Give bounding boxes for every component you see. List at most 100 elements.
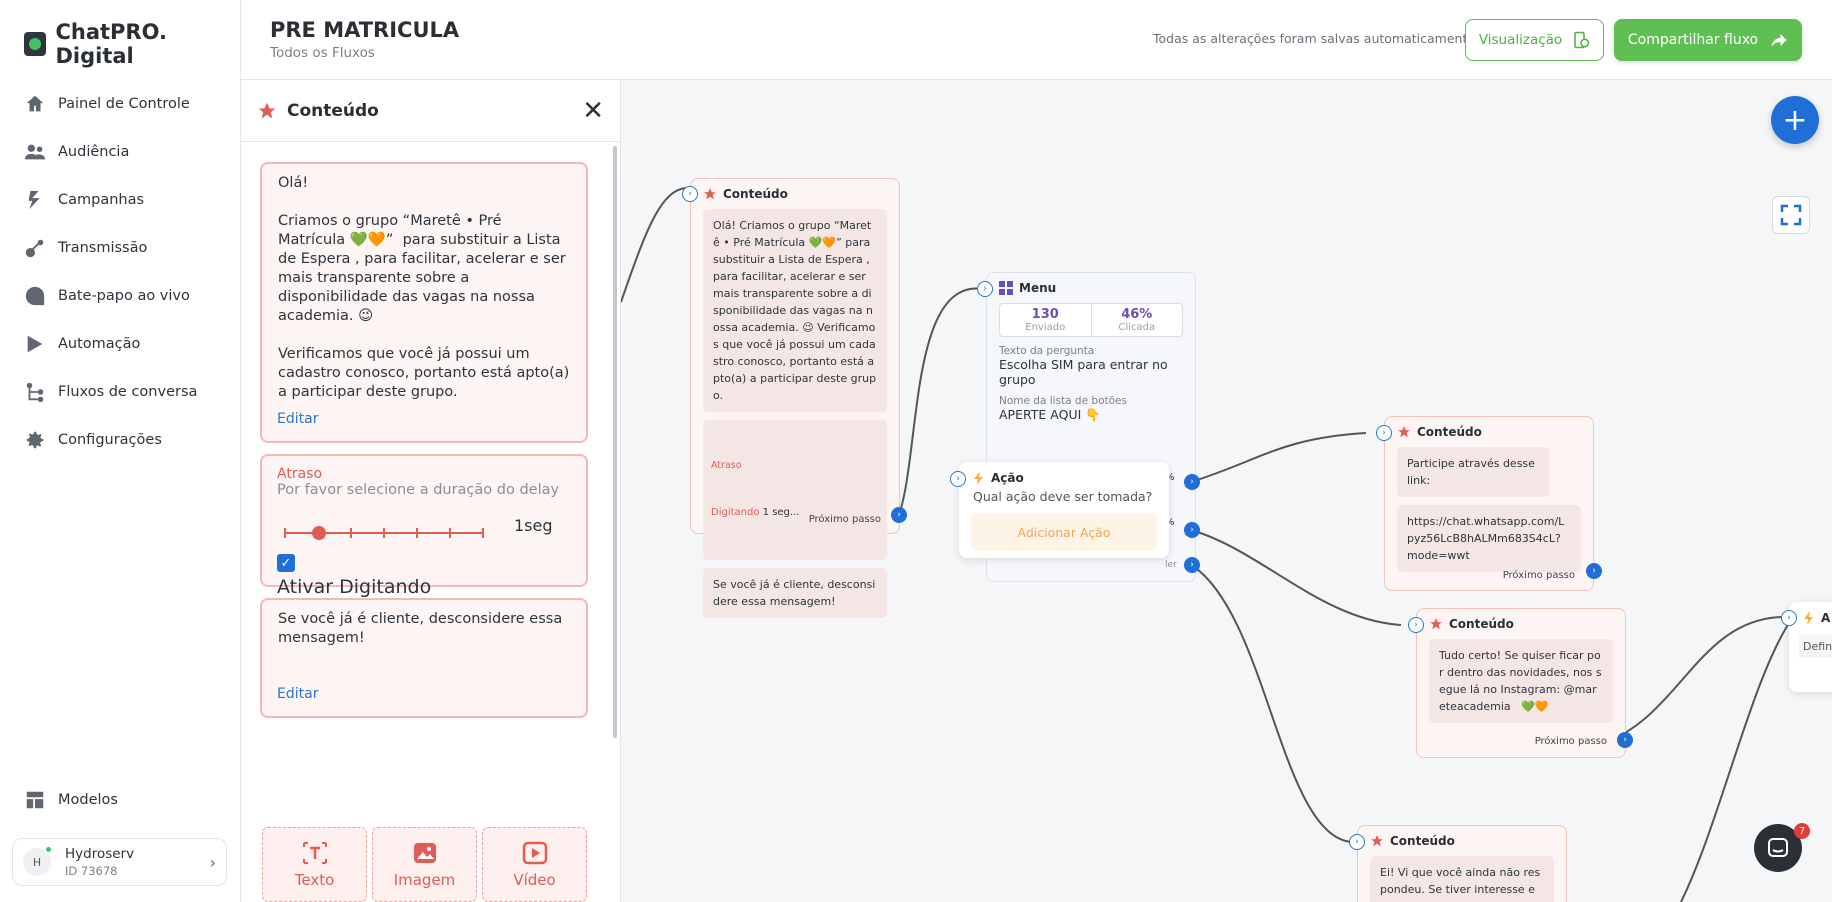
templates-icon bbox=[26, 791, 44, 809]
gear-icon bbox=[26, 431, 44, 449]
chevron-right-icon: › bbox=[209, 852, 216, 872]
add-node-button[interactable]: + bbox=[1771, 96, 1819, 144]
delay-label: Atraso bbox=[277, 466, 323, 482]
user-id: ID 73678 bbox=[65, 864, 118, 878]
click-rate: 46% bbox=[1121, 307, 1153, 322]
delay-value: 1seg bbox=[514, 516, 553, 535]
lightning-icon bbox=[1804, 611, 1813, 625]
home-icon bbox=[26, 95, 44, 112]
node-message: Defin bbox=[1799, 635, 1832, 658]
save-status: Todas as alterações foram salvas automat… bbox=[1153, 31, 1476, 46]
button-list-value: APERTE AQUI 👇 bbox=[999, 407, 1101, 422]
delay-card: Atraso Por favor selecione a duração do … bbox=[260, 454, 588, 598]
content-node[interactable]: Conteúdo Olá! Criamos o grupo “Maretê • … bbox=[690, 178, 900, 618]
nav-item-campaigns[interactable]: Campanhas bbox=[24, 176, 234, 224]
nav-item-live-chat[interactable]: Bate-papo ao vivo bbox=[24, 272, 234, 320]
nav-item-audience[interactable]: Audiência bbox=[24, 128, 234, 176]
sent-count: 130 bbox=[1031, 307, 1059, 322]
input-port-icon[interactable]: › bbox=[682, 186, 698, 202]
preview-button[interactable]: Visualização bbox=[1465, 19, 1604, 61]
action-node[interactable]: Ação Qual ação deve ser tomada? Adiciona… bbox=[959, 462, 1169, 558]
star-icon bbox=[1398, 426, 1410, 438]
add-image-button[interactable]: Imagem bbox=[372, 827, 477, 902]
input-port-icon[interactable]: › bbox=[1781, 610, 1797, 626]
nav-item-broadcast[interactable]: Transmissão bbox=[24, 224, 234, 272]
output-port-icon[interactable]: › bbox=[891, 507, 907, 523]
message-text: Se você já é cliente, desconsidere essa … bbox=[278, 611, 567, 646]
output-port-icon[interactable]: › bbox=[1184, 474, 1200, 490]
nav-item-settings[interactable]: Configurações bbox=[24, 416, 234, 464]
add-video-button[interactable]: Vídeo bbox=[482, 827, 587, 902]
nav-item-automation[interactable]: Automação bbox=[24, 320, 234, 368]
expand-icon bbox=[1780, 204, 1802, 226]
breadcrumb[interactable]: Todos os Fluxos bbox=[270, 45, 375, 61]
lightning-icon bbox=[974, 471, 983, 485]
nav-item-label: Modelos bbox=[58, 792, 118, 808]
page-title: PRE MATRICULA bbox=[270, 18, 460, 42]
brand-name: ChatPRO. Digital bbox=[55, 20, 167, 68]
user-card[interactable]: H Hydroserv ID 73678 › bbox=[12, 838, 227, 886]
nav-item-flows[interactable]: Fluxos de conversa bbox=[24, 368, 234, 416]
fit-view-button[interactable] bbox=[1772, 196, 1810, 234]
nav-item-dashboard[interactable]: Painel de Controle bbox=[24, 80, 234, 128]
node-link: https://chat.whatsapp.com/Lpyz56LcB8hALM… bbox=[1397, 505, 1581, 572]
question-text: Escolha SIM para entrar no grupo bbox=[999, 357, 1168, 387]
grid-icon bbox=[999, 281, 1013, 295]
flow-icon bbox=[26, 382, 44, 403]
nav-item-label: Automação bbox=[58, 336, 141, 352]
panel-title: Conteúdo bbox=[287, 100, 379, 121]
next-step-label: Próximo passo bbox=[1502, 570, 1575, 581]
notification-badge: 7 bbox=[1794, 823, 1810, 839]
plus-icon: + bbox=[1782, 102, 1808, 138]
node-title: A bbox=[1821, 611, 1831, 625]
nav-item-label: Configurações bbox=[58, 432, 162, 448]
content-node[interactable]: Conteúdo Ei! Vi que você ainda não respo… bbox=[1357, 825, 1567, 902]
message-text: Olá! Criamos o grupo “Maretê • Pré Matrí… bbox=[278, 175, 570, 400]
input-port-icon[interactable]: › bbox=[950, 471, 966, 487]
message-card[interactable]: Se você já é cliente, desconsidere essa … bbox=[260, 598, 588, 718]
message-card[interactable]: Olá! Criamos o grupo “Maretê • Pré Matrí… bbox=[260, 162, 588, 443]
content-panel: Conteúdo ✕ Olá! Criamos o grupo “Maretê … bbox=[241, 80, 621, 902]
output-port-icon[interactable]: › bbox=[1184, 557, 1200, 573]
video-icon bbox=[522, 841, 547, 864]
next-step-label: Próximo passo bbox=[1534, 736, 1607, 747]
input-port-icon[interactable]: › bbox=[977, 281, 993, 297]
nav-item-label: Campanhas bbox=[58, 192, 145, 208]
node-title: Conteúdo bbox=[723, 187, 788, 201]
input-port-icon[interactable]: › bbox=[1408, 617, 1424, 633]
add-text-button[interactable]: Texto bbox=[262, 827, 367, 902]
node-message: Olá! Criamos o grupo “Maretê • Pré Matrí… bbox=[703, 209, 887, 412]
next-step-label: Próximo passo bbox=[808, 514, 881, 525]
delay-help: Por favor selecione a duração do delay bbox=[277, 482, 560, 498]
node-title: Ação bbox=[991, 471, 1024, 485]
add-action-button[interactable]: Adicionar Ação bbox=[971, 513, 1157, 551]
output-port-icon[interactable]: › bbox=[1617, 732, 1633, 748]
main-nav: Painel de Controle Audiência Campanhas T… bbox=[24, 80, 234, 464]
online-status-dot bbox=[44, 845, 53, 854]
brand-logo-icon bbox=[24, 32, 47, 56]
avatar: H bbox=[23, 845, 53, 876]
output-port-icon[interactable]: › bbox=[1184, 522, 1200, 538]
edit-link[interactable]: Editar bbox=[277, 411, 318, 427]
input-port-icon[interactable]: › bbox=[1376, 425, 1392, 441]
flow-canvas[interactable]: Conteúdo Olá! Criamos o grupo “Maretê • … bbox=[621, 80, 1832, 902]
close-icon[interactable]: ✕ bbox=[582, 98, 604, 124]
star-icon bbox=[1430, 618, 1442, 630]
campaigns-icon bbox=[28, 190, 40, 210]
brand[interactable]: ChatPRO. Digital bbox=[24, 20, 240, 68]
output-port-icon[interactable]: › bbox=[1586, 563, 1602, 579]
slider-thumb[interactable] bbox=[312, 526, 326, 540]
content-node[interactable]: Conteúdo Tudo certo! Se quiser ficar por… bbox=[1416, 608, 1626, 758]
chat-bubble-icon bbox=[1768, 838, 1788, 857]
content-node[interactable]: Conteúdo Participe através desse link: h… bbox=[1384, 416, 1594, 591]
delay-slider[interactable] bbox=[284, 526, 484, 540]
panel-scrollbar[interactable] bbox=[613, 146, 617, 738]
typing-checkbox[interactable]: ✓ bbox=[277, 554, 295, 572]
share-flow-button[interactable]: Compartilhar fluxo bbox=[1614, 19, 1802, 61]
input-port-icon[interactable]: › bbox=[1349, 834, 1365, 850]
nav-item-models[interactable]: Modelos bbox=[24, 776, 118, 824]
edit-link[interactable]: Editar bbox=[277, 686, 318, 702]
node-message: Tudo certo! Se quiser ficar por dentro d… bbox=[1429, 639, 1613, 723]
node-title: Conteúdo bbox=[1390, 834, 1455, 848]
chat-icon bbox=[25, 286, 45, 306]
